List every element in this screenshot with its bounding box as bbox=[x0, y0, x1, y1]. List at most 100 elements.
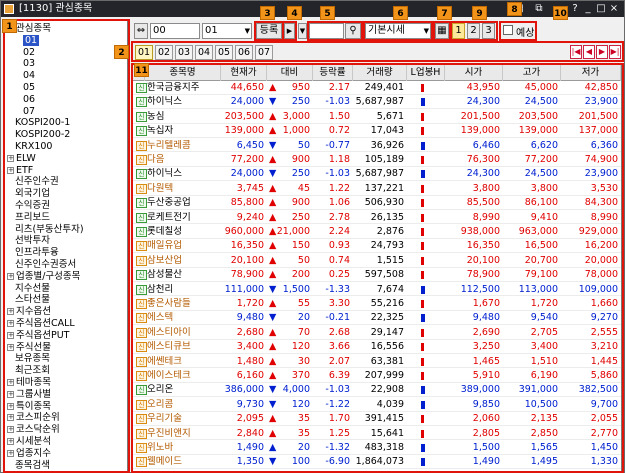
tree-item[interactable]: + 특이종목 bbox=[7, 401, 51, 412]
register-button[interactable]: 등록 bbox=[256, 23, 282, 39]
table-row[interactable]: 신 로케트전기 9,240 ▲ 250 2.78 26,135 8,990 9,410 8,990 bbox=[133, 212, 621, 225]
column-header[interactable]: L업봉H bbox=[407, 65, 445, 81]
tree-item[interactable]: + 그룹사별 bbox=[7, 389, 51, 400]
column-header[interactable]: 시가 bbox=[445, 65, 503, 81]
window-b-icon[interactable]: ⧉ bbox=[533, 3, 545, 15]
table-row[interactable]: 신 오리콤 9,730 ▼ 120 -1.22 4,039 9,850 10,500 9,700 bbox=[133, 399, 621, 412]
minimize-button[interactable]: _ bbox=[582, 3, 594, 15]
expand-icon[interactable]: + bbox=[7, 331, 14, 339]
expand-icon[interactable]: + bbox=[7, 272, 14, 280]
tree-item[interactable]: 01 bbox=[23, 34, 40, 46]
arrow-down-icon[interactable]: ▼ bbox=[298, 23, 307, 39]
tree-item[interactable]: 보유종목 bbox=[15, 353, 50, 364]
tree-item[interactable]: KRX100 bbox=[15, 141, 52, 152]
tree-item[interactable]: 05 bbox=[23, 82, 35, 93]
table-row[interactable]: 신 하이닉스 24,000 ▼ 250 -1.03 5,687,987 24,300 24,50… bbox=[133, 96, 621, 110]
help-button[interactable]: ? bbox=[569, 3, 581, 15]
maximize-button[interactable]: □ bbox=[595, 3, 607, 15]
tree-item[interactable]: 프리보드 bbox=[15, 212, 50, 223]
tree-item[interactable]: 리츠(부동산투자) bbox=[15, 224, 84, 235]
expand-icon[interactable]: + bbox=[7, 390, 14, 398]
table-row[interactable]: 신 누리텔레콤 6,450 ▼ 50 -0.77 36,926 6,460 6,620 6,360 bbox=[133, 140, 621, 153]
tree-item[interactable]: + 시세분석 bbox=[7, 436, 51, 447]
column-header[interactable]: 고가 bbox=[503, 65, 561, 81]
table-row[interactable]: 신 롯데칠성 960,000 ▲ 21,000 2.24 2,876 938,000 963,0… bbox=[133, 226, 621, 239]
group-code-input[interactable]: 00 bbox=[150, 23, 200, 39]
arrow-right-icon[interactable]: ▶ bbox=[284, 23, 295, 39]
search-icon[interactable]: ⚲ bbox=[345, 23, 361, 39]
expand-icon[interactable]: + bbox=[7, 402, 14, 410]
tree-item[interactable]: + ELW bbox=[7, 153, 36, 164]
first-page-icon[interactable]: |◀ bbox=[570, 45, 582, 59]
page-1-button[interactable]: 1 bbox=[452, 23, 465, 39]
tree-item[interactable]: 04 bbox=[23, 70, 35, 81]
table-row[interactable]: 신 에이스테크 6,160 ▲ 370 6.39 207,999 5,910 6,190 5,86… bbox=[133, 370, 621, 383]
tab-04[interactable]: 04 bbox=[195, 45, 213, 60]
tree-item[interactable]: 수익증권 bbox=[15, 200, 50, 211]
tree-item[interactable]: + 업종별/구성종목 bbox=[7, 271, 80, 282]
tree-item[interactable]: 03 bbox=[23, 58, 35, 69]
tab-03[interactable]: 03 bbox=[175, 45, 193, 60]
table-row[interactable]: 신 녹십자 139,000 ▲ 1,000 0.72 17,043 139,000 139,00… bbox=[133, 125, 621, 139]
tree-item[interactable]: 신주인수권 bbox=[15, 176, 59, 187]
expand-icon[interactable]: + bbox=[7, 414, 14, 422]
swap-arrows-button[interactable]: ⇔ bbox=[134, 23, 148, 39]
tab-02[interactable]: 02 bbox=[155, 45, 173, 60]
tree-item[interactable]: 07 bbox=[23, 106, 35, 117]
tree-item[interactable]: 신주인수권증서 bbox=[15, 259, 76, 270]
tree-item[interactable]: 인프라투융 bbox=[15, 247, 59, 258]
table-row[interactable]: 신 농심 203,500 ▲ 3,000 1.50 5,671 201,500 203,500 2… bbox=[133, 111, 621, 124]
tree-item[interactable]: KOSPI200-2 bbox=[15, 129, 70, 140]
tree-item[interactable]: + 코스피순위 bbox=[7, 412, 60, 423]
prev-page-icon[interactable]: ◀ bbox=[583, 45, 595, 59]
table-row[interactable]: 신 위노바 1,490 ▲ 20 -1.32 483,318 1,500 1,565 1,450 bbox=[133, 442, 621, 455]
display-mode-select[interactable]: 기본시세 ▼ bbox=[365, 23, 431, 39]
table-row[interactable]: 신 두산중공업 85,800 ▲ 900 1.06 506,930 85,500 86,100 8… bbox=[133, 197, 621, 211]
tree-item[interactable]: 지수선물 bbox=[15, 283, 50, 294]
tree-item[interactable]: + 주식선물 bbox=[7, 342, 51, 353]
table-row[interactable]: 신 오리온 386,000 ▼ 4,000 -1.03 22,908 389,000 391,0… bbox=[133, 384, 621, 398]
close-button[interactable]: × bbox=[608, 3, 620, 15]
table-row[interactable]: 신 하이닉스 24,000 ▼ 250 -1.03 5,687,987 24,300 24,50… bbox=[133, 168, 621, 182]
expand-icon[interactable]: + bbox=[7, 438, 14, 445]
table-row[interactable]: 신 삼보산업 20,100 ▲ 50 0.74 1,515 20,100 20,700 20,00… bbox=[133, 255, 621, 268]
tree-item[interactable]: + 테마종목 bbox=[7, 377, 51, 388]
column-header[interactable]: 종목명 bbox=[145, 65, 221, 81]
expect-checkbox[interactable] bbox=[503, 25, 513, 35]
table-row[interactable]: 신 한국금융지주 44,650 ▲ 950 2.17 249,401 43,950 45,000… bbox=[133, 82, 621, 95]
watchlist-tree[interactable]: -관심종목01020304050607KOSPI200-1KOSPI200-2K… bbox=[4, 20, 128, 472]
expand-icon[interactable]: + bbox=[7, 426, 14, 434]
tab-06[interactable]: 06 bbox=[235, 45, 253, 60]
tree-item[interactable]: + ETF bbox=[7, 165, 33, 176]
table-row[interactable]: 신 웰메이드 1,350 ▼ 100 -6.90 1,864,073 1,490 1,495 1,… bbox=[133, 456, 621, 470]
grid-settings-icon[interactable]: ▦ bbox=[435, 23, 449, 39]
table-row[interactable]: 신 좋은사람들 1,720 ▲ 55 3.30 55,216 1,670 1,720 1,660 bbox=[133, 298, 621, 311]
tree-item[interactable]: + 코스닥순위 bbox=[7, 424, 60, 435]
expand-icon[interactable]: + bbox=[7, 308, 14, 316]
expand-icon[interactable]: + bbox=[7, 449, 14, 457]
expand-icon[interactable]: + bbox=[7, 379, 14, 386]
table-row[interactable]: 신 에스텍 9,480 ▼ 20 -0.21 22,325 9,480 9,540 9,270 bbox=[133, 312, 621, 326]
tree-item[interactable]: 06 bbox=[23, 94, 35, 105]
tree-item[interactable]: 최근조회 bbox=[15, 365, 50, 376]
tree-item[interactable]: + 업종지수 bbox=[7, 448, 51, 459]
column-header[interactable]: 대비 bbox=[267, 65, 313, 81]
tree-item[interactable]: 외국기업 bbox=[15, 188, 50, 199]
code-input[interactable] bbox=[309, 23, 344, 39]
next-page-icon[interactable]: ▶ bbox=[596, 45, 608, 59]
expand-icon[interactable]: + bbox=[7, 166, 14, 174]
tree-item[interactable]: + 지수옵션 bbox=[7, 306, 51, 317]
tab-07[interactable]: 07 bbox=[255, 45, 273, 60]
tab-05[interactable]: 05 bbox=[215, 45, 233, 60]
expand-icon[interactable]: + bbox=[7, 343, 14, 351]
table-row[interactable]: 신 다원텍 3,745 ▲ 45 1.22 137,221 3,800 3,800 3,530 bbox=[133, 183, 621, 196]
table-row[interactable]: 신 삼천리 111,000 ▼ 1,500 -1.33 7,674 112,500 113,00… bbox=[133, 284, 621, 297]
column-header[interactable]: 등락률 bbox=[313, 65, 353, 81]
column-header[interactable]: 현재가 bbox=[221, 65, 267, 81]
page-2-button[interactable]: 2 bbox=[467, 23, 480, 39]
table-row[interactable]: 신 우리기술 2,095 ▲ 35 1.70 391,415 2,060 2,135 2,055 bbox=[133, 413, 621, 427]
table-row[interactable]: 신 에스티큐브 3,400 ▲ 120 3.66 16,556 3,250 3,400 3,210 bbox=[133, 341, 621, 355]
tree-item[interactable]: 02 bbox=[23, 47, 35, 58]
tree-item[interactable]: 선박투자 bbox=[15, 235, 50, 246]
expand-icon[interactable]: + bbox=[7, 320, 14, 327]
